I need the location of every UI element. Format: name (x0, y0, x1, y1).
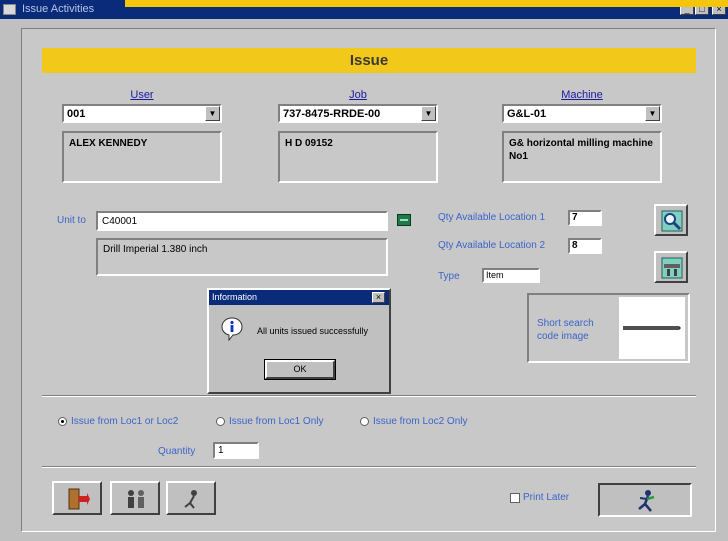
user-combo[interactable]: 001 ▼ (62, 104, 222, 123)
app-system-icon[interactable] (3, 4, 16, 15)
unit-input[interactable]: C40001 (96, 211, 388, 231)
information-dialog: Information × All units issued successfu… (207, 288, 391, 394)
print-later-label: Print Later (523, 492, 570, 503)
lookup-icon (400, 219, 408, 221)
issue-button[interactable] (598, 483, 692, 517)
job-combo[interactable]: 737-8475-RRDE-00 ▼ (278, 104, 438, 123)
application-window: Issue Activities _ □ × Issue User 001 ▼ … (0, 0, 728, 541)
users-button[interactable] (110, 481, 160, 515)
quantity-input[interactable]: 1 (213, 442, 259, 459)
qty-loc2-label: Qty Available Location 2 (438, 240, 546, 251)
window-title: Issue Activities (22, 3, 95, 15)
machine-combo[interactable]: G&L-01 ▼ (502, 104, 662, 123)
radio-indicator[interactable] (58, 417, 67, 426)
job-value: 737-8475-RRDE-00 (283, 108, 381, 120)
chevron-down-icon[interactable]: ▼ (421, 106, 436, 121)
chevron-down-icon[interactable]: ▼ (645, 106, 660, 121)
magnifier-icon (661, 210, 683, 232)
user-label: User (130, 89, 154, 101)
exit-button[interactable] (52, 481, 102, 515)
person-button[interactable] (166, 481, 216, 515)
user-description: ALEX KENNEDY (62, 131, 222, 183)
machine-value: G&L-01 (507, 108, 547, 120)
ok-button[interactable]: OK (264, 359, 336, 380)
radio-indicator[interactable] (360, 417, 369, 426)
drill-image-icon (623, 326, 681, 330)
radio-label: Issue from Loc2 Only (373, 416, 468, 427)
radio-indicator[interactable] (216, 417, 225, 426)
machine-label: Machine (561, 89, 603, 101)
radio-issue-loc2-only[interactable]: Issue from Loc2 Only (360, 415, 496, 429)
print-later-checkbox[interactable]: Print Later (510, 491, 582, 505)
unit-label: Unit to (57, 215, 86, 226)
unit-description: Drill Imperial 1.380 inch (96, 238, 388, 276)
unit-lookup-button[interactable] (397, 214, 411, 226)
type-field[interactable]: Item (482, 268, 540, 283)
tool-icon (661, 257, 683, 279)
zoom-button[interactable] (654, 204, 688, 236)
qty-loc1-field[interactable]: 7 (568, 210, 602, 226)
qty-loc1-label: Qty Available Location 1 (438, 212, 546, 223)
separator (42, 466, 696, 468)
person-icon (184, 490, 197, 509)
dialog-message: All units issued successfully (257, 326, 369, 336)
dialog-title: Information (212, 292, 258, 302)
exit-door-icon (68, 488, 90, 510)
dialog-close-button[interactable]: × (372, 292, 385, 303)
job-description: H D 09152 (278, 131, 438, 183)
page-title: Issue (42, 48, 696, 73)
radio-label: Issue from Loc1 or Loc2 (71, 416, 179, 427)
qty-loc2-field[interactable]: 8 (568, 238, 602, 254)
dialog-title-bar[interactable]: Information × (209, 290, 389, 305)
image-panel: Short search code image (527, 293, 690, 363)
tool-image (619, 297, 685, 359)
tool-button[interactable] (654, 251, 688, 283)
info-icon (221, 317, 243, 341)
job-label: Job (349, 89, 367, 101)
user-value: 001 (67, 108, 86, 120)
unit-value: C40001 (102, 216, 138, 227)
top-accent-strip (125, 0, 728, 7)
checkbox-indicator[interactable] (510, 493, 520, 503)
radio-label: Issue from Loc1 Only (229, 416, 324, 427)
radio-issue-loc1-or-loc2[interactable]: Issue from Loc1 or Loc2 (58, 415, 208, 429)
users-icon (128, 490, 144, 508)
image-label: Short search code image (537, 318, 594, 342)
type-label: Type (438, 271, 460, 282)
quantity-label: Quantity (158, 446, 196, 457)
machine-description: G& horizontal milling machine No1 (502, 131, 662, 183)
radio-issue-loc1-only[interactable]: Issue from Loc1 Only (216, 415, 352, 429)
separator (42, 395, 696, 397)
running-man-icon (638, 490, 655, 512)
chevron-down-icon[interactable]: ▼ (205, 106, 220, 121)
